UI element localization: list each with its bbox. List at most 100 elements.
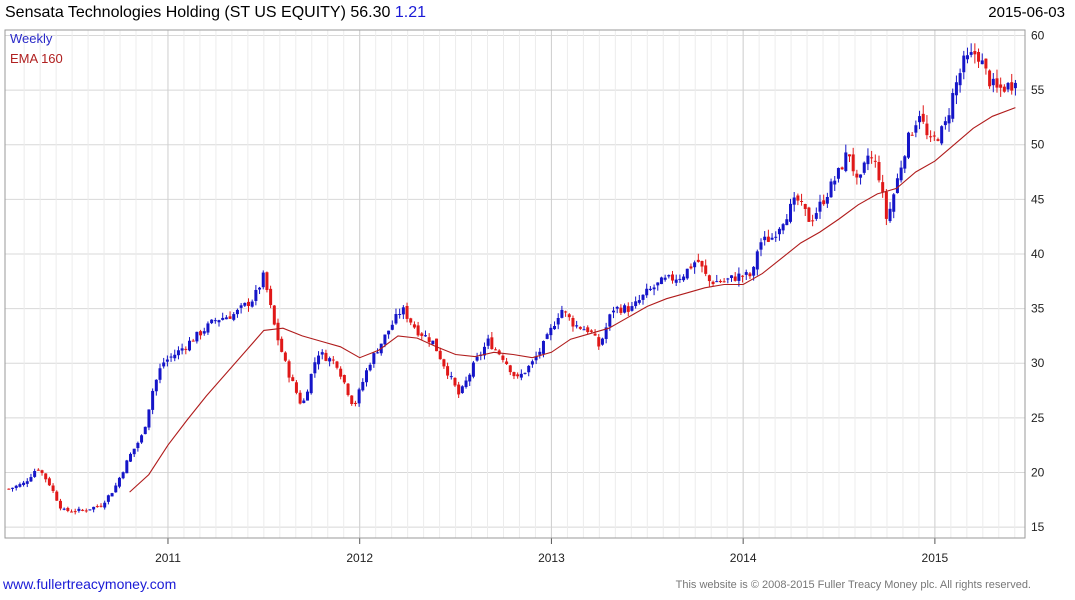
footer-site-link[interactable]: www.fullertreacymoney.com [3, 576, 176, 592]
candle-body [55, 491, 59, 501]
candle-body [224, 317, 228, 320]
candle-body [988, 70, 992, 87]
candle-body [929, 136, 933, 138]
candle-body [763, 236, 767, 241]
candle-body [486, 338, 490, 346]
y-tick-label: 15 [1031, 520, 1045, 534]
candle-body [755, 251, 759, 270]
candle-body [840, 167, 844, 170]
candle-body [593, 333, 597, 336]
candle-body [637, 300, 641, 303]
candle-body [376, 352, 380, 354]
candle-body [560, 309, 564, 318]
candle-body [873, 160, 877, 162]
candle-body [132, 448, 136, 455]
candle-body [387, 330, 391, 335]
candle-body [556, 318, 560, 325]
candle-body [512, 372, 516, 377]
candle-body [291, 377, 295, 382]
candle-body [501, 355, 505, 360]
candle-body [81, 509, 85, 511]
candle-body [235, 309, 239, 315]
candle-body [324, 352, 328, 361]
candle-body [541, 340, 545, 354]
candle-body [335, 361, 339, 368]
candle-body [722, 281, 726, 283]
candle-body [22, 482, 26, 485]
candle-body [538, 351, 542, 355]
candle-body [11, 487, 15, 489]
candle-body [176, 350, 180, 356]
ema-160-line [129, 107, 1016, 493]
candle-body [711, 281, 715, 284]
candle-body [390, 324, 394, 330]
candle-body [88, 509, 92, 511]
candle-body [125, 460, 129, 474]
candle-body [789, 203, 793, 222]
candle-body [781, 224, 785, 231]
candle-body [921, 113, 925, 122]
candle-body [553, 326, 557, 330]
candle-body [707, 275, 711, 282]
candle-body [814, 213, 818, 219]
y-tick-label: 20 [1031, 465, 1045, 479]
candle-body [446, 366, 450, 376]
candle-body [685, 268, 689, 279]
candle-body [785, 219, 789, 226]
candle-body [895, 178, 899, 194]
candle-body [423, 335, 427, 337]
candle-body [759, 242, 763, 250]
x-tick-label: 2014 [730, 551, 757, 565]
candle-body [29, 477, 33, 482]
candle-body [932, 135, 936, 137]
candle-body [191, 340, 195, 342]
candle-body [836, 168, 840, 179]
candle-body [162, 362, 166, 367]
candle-body [184, 348, 188, 350]
candle-body [265, 272, 269, 290]
candle-body [250, 301, 254, 307]
candle-body [693, 262, 697, 268]
candle-body [586, 327, 590, 333]
candle-body [641, 294, 645, 300]
candle-body [471, 362, 475, 377]
candle-body [84, 510, 88, 512]
candle-body [954, 82, 958, 96]
candle-body [973, 51, 977, 55]
candle-body [140, 435, 144, 443]
candle-body [689, 266, 693, 269]
candle-body [58, 500, 62, 509]
candle-body [744, 272, 748, 275]
candle-body [940, 126, 944, 144]
candle-body [40, 470, 44, 474]
candle-body [269, 288, 273, 306]
y-tick-label: 35 [1031, 302, 1045, 316]
candle-body [597, 337, 601, 347]
candle-body [682, 276, 686, 281]
candle-body [505, 361, 509, 365]
candle-body [726, 278, 730, 280]
candle-body [210, 319, 214, 324]
candle-body [460, 386, 464, 394]
candle-body [888, 208, 892, 222]
candle-body [409, 318, 413, 323]
candle-body [158, 368, 162, 380]
candle-body [70, 511, 74, 513]
candle-body [320, 352, 324, 355]
candle-body [261, 272, 265, 288]
candle-body [600, 338, 604, 345]
candle-body [549, 327, 553, 336]
candle-body [368, 364, 372, 371]
candle-body [969, 52, 973, 55]
candle-body [364, 370, 368, 383]
candle-body [508, 365, 512, 373]
x-tick-label: 2015 [922, 551, 949, 565]
candle-body [748, 273, 752, 277]
candle-body [103, 502, 107, 508]
candle-body [36, 469, 40, 471]
candle-body [903, 156, 907, 169]
candle-body [383, 334, 387, 345]
candle-body [892, 194, 896, 212]
candle-body [777, 228, 781, 235]
candle-body [431, 340, 435, 345]
